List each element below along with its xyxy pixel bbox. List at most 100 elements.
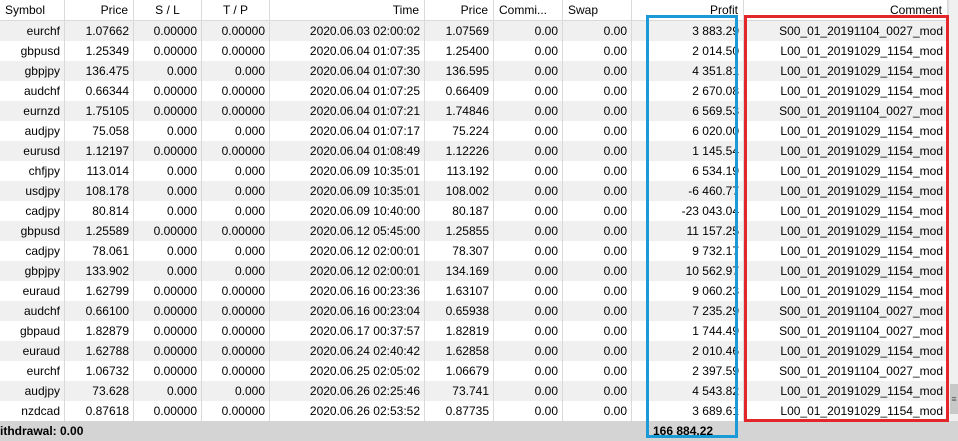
table-row[interactable]: usdjpy 108.178 0.000 0.000 2020.06.09 10:35:…: [0, 181, 948, 201]
cell-price: 136.475: [65, 61, 134, 81]
cell-symbol: audjpy: [0, 381, 65, 401]
cell-swap: 0.00: [563, 261, 632, 281]
table-row[interactable]: gbpaud 1.82879 0.00000 0.00000 2020.06.17 00…: [0, 321, 948, 341]
column-header-commission[interactable]: Commi...: [494, 0, 563, 20]
cell-sl: 0.000: [134, 161, 202, 181]
column-header-sl[interactable]: S / L: [134, 0, 202, 20]
cell-price: 0.66344: [65, 81, 134, 101]
column-header-comment[interactable]: Comment: [744, 0, 948, 20]
cell-profit: 2 397.59: [632, 361, 744, 381]
cell-swap: 0.00: [563, 281, 632, 301]
table-row[interactable]: audjpy 73.628 0.000 0.000 2020.06.26 02:25:4…: [0, 381, 948, 401]
cell-close-price: 75.224: [425, 121, 494, 141]
cell-sl: 0.00000: [134, 321, 202, 341]
cell-swap: 0.00: [563, 41, 632, 61]
cell-sl: 0.00000: [134, 281, 202, 301]
cell-tp: 0.00000: [202, 141, 270, 161]
cell-price: 1.62788: [65, 341, 134, 361]
cell-profit: 7 235.29: [632, 301, 744, 321]
cell-price: 113.014: [65, 161, 134, 181]
table-row[interactable]: gbpusd 1.25589 0.00000 0.00000 2020.06.12 05…: [0, 221, 948, 241]
cell-comment: S00_01_20191104_0027_mod: [744, 361, 948, 381]
table-row[interactable]: eurnzd 1.75105 0.00000 0.00000 2020.06.04 01…: [0, 101, 948, 121]
cell-symbol: euraud: [0, 281, 65, 301]
column-header-price[interactable]: Price: [65, 0, 134, 20]
cell-close-price: 1.12226: [425, 141, 494, 161]
cell-sl: 0.00000: [134, 221, 202, 241]
cell-profit: 9 060.23: [632, 281, 744, 301]
cell-tp: 0.000: [202, 381, 270, 401]
table-row[interactable]: gbpusd 1.25349 0.00000 0.00000 2020.06.04 01…: [0, 41, 948, 61]
table-row[interactable]: cadjpy 78.061 0.000 0.000 2020.06.12 02:00:0…: [0, 241, 948, 261]
cell-commission: 0.00: [494, 21, 563, 41]
cell-sl: 0.000: [134, 381, 202, 401]
column-header-tp[interactable]: T / P: [202, 0, 270, 20]
cell-swap: 0.00: [563, 341, 632, 361]
cell-tp: 0.00000: [202, 281, 270, 301]
cell-symbol: chfjpy: [0, 161, 65, 181]
table-row[interactable]: gbpjpy 133.902 0.000 0.000 2020.06.12 02:00:…: [0, 261, 948, 281]
cell-tp: 0.000: [202, 121, 270, 141]
cell-comment: L00_01_20191029_1154_mod: [744, 221, 948, 241]
table-row[interactable]: audchf 0.66100 0.00000 0.00000 2020.06.16 00…: [0, 301, 948, 321]
cell-price: 78.061: [65, 241, 134, 261]
cell-sl: 0.00000: [134, 141, 202, 161]
cell-symbol: eurchf: [0, 361, 65, 381]
cell-time: 2020.06.04 01:07:25: [270, 81, 425, 101]
cell-profit: -23 043.04: [632, 201, 744, 221]
cell-sl: 0.00000: [134, 401, 202, 421]
cell-close-price: 80.187: [425, 201, 494, 221]
table-row[interactable]: eurusd 1.12197 0.00000 0.00000 2020.06.04 01…: [0, 141, 948, 161]
cell-time: 2020.06.04 01:07:17: [270, 121, 425, 141]
table-row[interactable]: cadjpy 80.814 0.000 0.000 2020.06.09 10:40:0…: [0, 201, 948, 221]
cell-sl: 0.00000: [134, 361, 202, 381]
table-row[interactable]: audchf 0.66344 0.00000 0.00000 2020.06.04 01…: [0, 81, 948, 101]
cell-time: 2020.06.12 02:00:01: [270, 261, 425, 281]
table-row[interactable]: eurchf 1.07662 0.00000 0.00000 2020.06.03 02…: [0, 21, 948, 41]
cell-sl: 0.000: [134, 121, 202, 141]
table-row[interactable]: audjpy 75.058 0.000 0.000 2020.06.04 01:07:1…: [0, 121, 948, 141]
cell-time: 2020.06.25 02:05:02: [270, 361, 425, 381]
total-profit: 166 884.22: [653, 424, 714, 438]
cell-comment: L00_01_20191029_1154_mod: [744, 381, 948, 401]
column-header-profit[interactable]: Profit: [632, 0, 744, 20]
cell-price: 1.62799: [65, 281, 134, 301]
cell-comment: L00_01_20191029_1154_mod: [744, 61, 948, 81]
vertical-scrollbar[interactable]: ≡: [948, 0, 958, 421]
cell-profit: 4 351.81: [632, 61, 744, 81]
cell-commission: 0.00: [494, 301, 563, 321]
table-row[interactable]: chfjpy 113.014 0.000 0.000 2020.06.09 10:35:…: [0, 161, 948, 181]
column-header-time[interactable]: Time: [270, 0, 425, 20]
cell-comment: S00_01_20191104_0027_mod: [744, 101, 948, 121]
cell-sl: 0.00000: [134, 81, 202, 101]
table-row[interactable]: euraud 1.62799 0.00000 0.00000 2020.06.16 00…: [0, 281, 948, 301]
cell-tp: 0.00000: [202, 101, 270, 121]
scrollbar-thumb-icon[interactable]: ≡: [950, 384, 958, 414]
cell-symbol: eurnzd: [0, 101, 65, 121]
column-header-close-price[interactable]: Price: [425, 0, 494, 20]
cell-time: 2020.06.09 10:35:01: [270, 161, 425, 181]
table-row[interactable]: euraud 1.62788 0.00000 0.00000 2020.06.24 02…: [0, 341, 948, 361]
cell-comment: L00_01_20191029_1154_mod: [744, 121, 948, 141]
cell-time: 2020.06.09 10:40:00: [270, 201, 425, 221]
cell-swap: 0.00: [563, 221, 632, 241]
cell-comment: S00_01_20191104_0027_mod: [744, 301, 948, 321]
cell-swap: 0.00: [563, 21, 632, 41]
cell-tp: 0.00000: [202, 341, 270, 361]
table-row[interactable]: nzdcad 0.87618 0.00000 0.00000 2020.06.26 02…: [0, 401, 948, 421]
cell-swap: 0.00: [563, 381, 632, 401]
cell-commission: 0.00: [494, 321, 563, 341]
cell-swap: 0.00: [563, 301, 632, 321]
cell-close-price: 134.169: [425, 261, 494, 281]
cell-close-price: 1.07569: [425, 21, 494, 41]
cell-tp: 0.00000: [202, 81, 270, 101]
cell-tp: 0.000: [202, 61, 270, 81]
table-row[interactable]: eurchf 1.06732 0.00000 0.00000 2020.06.25 02…: [0, 361, 948, 381]
cell-commission: 0.00: [494, 401, 563, 421]
column-header-symbol[interactable]: Symbol: [0, 0, 65, 20]
table-row[interactable]: gbpjpy 136.475 0.000 0.000 2020.06.04 01:07:…: [0, 61, 948, 81]
cell-comment: L00_01_20191029_1154_mod: [744, 81, 948, 101]
cell-comment: L00_01_20191029_1154_mod: [744, 161, 948, 181]
cell-close-price: 108.002: [425, 181, 494, 201]
column-header-swap[interactable]: Swap: [563, 0, 632, 20]
